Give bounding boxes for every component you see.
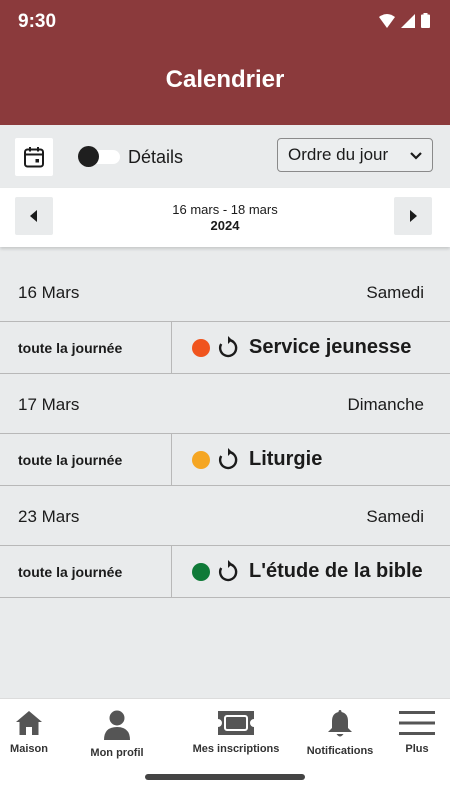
divider [171,322,172,373]
signal-icon [401,13,415,28]
menu-icon [399,711,435,735]
event-item[interactable]: toute la journée L'étude de la bible [0,546,450,598]
event-color-dot [192,563,210,581]
event-time: toute la journée [18,452,123,468]
app-header: 9:30 Calendrier [0,0,450,125]
event-time: toute la journée [18,564,123,580]
bottom-navigation: Maison Mon profil Mes inscriptions Notif… [0,698,450,800]
status-time: 9:30 [18,11,57,32]
event-time: toute la journée [18,340,123,356]
divider [171,546,172,597]
calendar-picker-button[interactable] [15,138,53,176]
next-range-button[interactable] [394,197,432,235]
caret-right-icon [410,210,417,222]
day-header: 23 Mars Samedi [0,486,450,546]
status-icons [379,13,430,28]
nav-more-label: Plus [405,743,429,755]
day-date: 16 Mars [18,283,80,302]
day-weekday: Dimanche [347,395,424,414]
event-item[interactable]: toute la journée Liturgie [0,434,450,486]
nav-profile[interactable]: Mon profil [72,709,162,759]
recurring-icon [218,448,238,470]
details-label: Détails [128,147,184,167]
nav-registrations-label: Mes inscriptions [192,743,280,755]
date-range-year: 2024 [210,218,240,233]
event-title: Liturgie [249,448,323,470]
recurring-icon [218,560,238,582]
event-title: L'étude de la bible [249,560,423,582]
calendar-icon [24,147,44,168]
ticket-icon [218,711,254,735]
divider [171,434,172,485]
day-date: 23 Mars [18,507,80,526]
wifi-icon [379,13,395,28]
day-date: 17 Mars [18,395,80,414]
day-weekday: Samedi [366,507,424,526]
person-icon [104,710,130,740]
event-item[interactable]: toute la journée Service jeunesse [0,322,450,374]
home-icon [16,711,42,735]
nav-home-label: Maison [10,743,48,755]
nav-profile-label: Mon profil [90,747,144,759]
page-title: Calendrier [165,66,285,93]
date-range-label: 16 mars - 18 mars 2024 [0,202,450,234]
day-header: 16 Mars Samedi [0,262,450,322]
gesture-home-bar[interactable] [145,774,305,780]
battery-icon [421,13,430,28]
event-list: 16 Mars Samedi toute la journée Service … [0,262,450,598]
recurring-icon [218,336,238,358]
sort-select[interactable]: Ordre du jour [277,138,433,172]
event-color-dot [192,339,210,357]
chevron-down-icon [410,152,422,160]
day-header: 17 Mars Dimanche [0,374,450,434]
toggle-knob [78,146,99,167]
event-color-dot [192,451,210,469]
sort-select-value: Ordre du jour [288,145,389,164]
nav-home[interactable]: Maison [0,709,74,755]
nav-more[interactable]: Plus [372,709,450,755]
details-toggle[interactable] [78,146,120,167]
day-weekday: Samedi [366,283,424,302]
bell-icon [328,710,352,737]
nav-registrations[interactable]: Mes inscriptions [191,709,281,755]
event-title: Service jeunesse [249,336,412,358]
date-range-dates: 16 mars - 18 mars [172,202,278,217]
